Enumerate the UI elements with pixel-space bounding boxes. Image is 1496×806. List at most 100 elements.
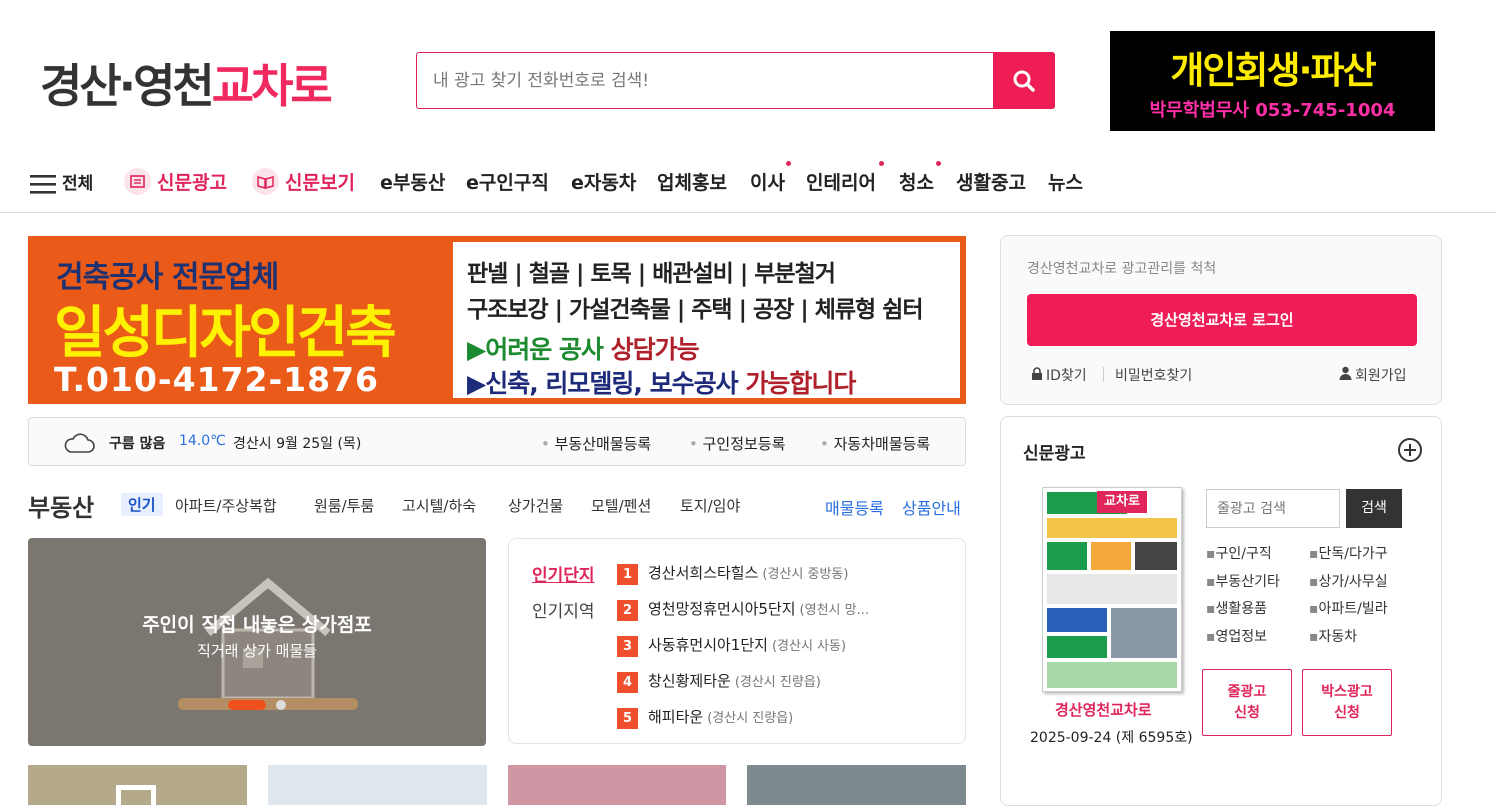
divider (1103, 367, 1104, 382)
category-link[interactable]: ▪단독/다가구 (1309, 543, 1388, 563)
tab-popular[interactable]: 인기 (121, 493, 163, 516)
realestate-section-title: 부동산 (28, 494, 95, 522)
popular-complex-ranking: 인기단지 인기지역 1 경산서희스타힐스 (경산시 중방동) 2 영천망정휴먼시아5단… (508, 538, 966, 744)
product-info-link[interactable]: 상품안내 (902, 495, 961, 519)
search-input[interactable] (433, 67, 993, 95)
register-car-link[interactable]: • 자동차매물등록 (820, 433, 930, 454)
realestate-promo-slide[interactable]: 주인이 직접 내놓은 상가점포 직거래 상가 매물들 (28, 538, 486, 746)
newspaper-name[interactable]: 경산영천교차로 (1055, 699, 1152, 720)
plus-circle-icon[interactable] (1397, 437, 1423, 463)
nav-label: 신문광고 (157, 172, 227, 194)
lock-icon (1032, 367, 1042, 380)
newspaper-cover-thumbnail[interactable]: 교차로 (1042, 487, 1182, 692)
nav-item-moving[interactable]: 이사 (750, 168, 785, 195)
find-password-link[interactable]: 비밀번호찾기 (1115, 365, 1192, 385)
nav-item-cars[interactable]: e자동차 (571, 168, 636, 195)
top-ad-contact: 박무학법무사 053-745-1004 (1149, 100, 1396, 121)
main-nav: 전체 신문광고 신문보기 e부동산 e구인구직 e자동차 업체홍보 이사 인테리… (0, 160, 1496, 213)
weather-bar: 구름 많음 14.0℃ 경산시 9월 25일 (목) • 부동산매물등록 • 구… (28, 417, 966, 466)
tab-popular-region[interactable]: 인기지역 (532, 597, 595, 622)
new-dot (786, 161, 791, 166)
search-box (416, 52, 1055, 109)
classified-search-button[interactable]: 검색 (1346, 489, 1402, 528)
logo-text-region: 경산·영천 (40, 59, 215, 113)
login-button[interactable]: 경산영천교차로 로그인 (1027, 294, 1417, 346)
nav-item-news[interactable]: 뉴스 (1048, 168, 1083, 195)
promo-subtitle: 직거래 상가 매물들 (197, 642, 317, 660)
new-dot (879, 161, 884, 166)
nav-item-jobs[interactable]: e구인구직 (466, 168, 549, 195)
find-id-link[interactable]: ID찾기 (1031, 365, 1087, 385)
banner-services-1: 판넬 | 철골 | 토목 | 배관설비 | 부분철거 (467, 261, 836, 287)
new-dot (936, 161, 941, 166)
listing-register-link[interactable]: 매물등록 (825, 495, 884, 519)
newspaper-icon (124, 168, 151, 195)
tab-oneroom[interactable]: 원룸/투룸 (314, 495, 374, 516)
book-icon (252, 168, 279, 195)
top-ad-banner[interactable]: 개인회생·파산 박무학법무사 053-745-1004 (1110, 31, 1435, 131)
newspaper-panel-title: 신문광고 (1023, 444, 1086, 464)
weather-temp: 14.0℃ (179, 433, 226, 449)
tab-motel[interactable]: 모텔/펜션 (591, 495, 651, 516)
register-job-link[interactable]: • 구인정보등록 (689, 433, 785, 454)
login-panel: 경산영천교차로 광고관리를 척척 경산영천교차로 로그인 ID찾기 비밀번호찾기… (1000, 235, 1442, 405)
search-icon (1013, 70, 1035, 92)
nav-item-newspaper-ad[interactable]: 신문광고 (124, 168, 227, 197)
tab-gosiwon[interactable]: 고시텔/하숙 (402, 495, 476, 516)
classified-ad-apply-button[interactable]: 줄광고 신청 (1202, 669, 1292, 736)
top-ad-title: 개인회생·파산 (1170, 49, 1376, 92)
nav-all-menu[interactable]: 전체 (30, 169, 93, 195)
slide-indicator[interactable] (276, 700, 286, 710)
cover-logo: 교차로 (1097, 491, 1147, 513)
listing-thumbnail[interactable] (268, 765, 487, 805)
nav-item-cleaning[interactable]: 청소 (899, 168, 934, 195)
search-button[interactable] (993, 52, 1055, 109)
listing-thumbnail[interactable] (508, 765, 726, 805)
weather-location-date: 경산시 9월 25일 (목) (233, 436, 362, 452)
nav-item-business[interactable]: 업체홍보 (657, 168, 727, 195)
login-notice: 경산영천교차로 광고관리를 척척 (1027, 261, 1217, 277)
category-link[interactable]: ▪자동차 (1309, 626, 1357, 646)
promo-title: 주인이 직접 내놓은 상가점포 (142, 614, 372, 636)
tab-apartment[interactable]: 아파트/주상복합 (175, 495, 277, 516)
briefcase-icon (116, 785, 156, 805)
box-ad-apply-button[interactable]: 박스광고 신청 (1302, 669, 1392, 736)
listing-thumbnail[interactable] (28, 765, 247, 805)
logo-text-brand: 교차로 (211, 59, 333, 113)
category-link[interactable]: ▪부동산기타 (1206, 571, 1280, 591)
listing-thumbnail[interactable] (747, 765, 966, 805)
nav-item-newspaper-view[interactable]: 신문보기 (252, 168, 355, 197)
category-link[interactable]: ▪생활용품 (1206, 598, 1267, 618)
weather-condition: 구름 많음 (109, 436, 166, 452)
nav-item-realestate[interactable]: e부동산 (380, 168, 445, 195)
category-link[interactable]: ▪영업정보 (1206, 626, 1267, 646)
nav-all-label: 전체 (62, 174, 94, 194)
banner-phone: T.010-4172-1876 (54, 360, 380, 399)
rank-item[interactable]: 3 사동휴먼시아1단지 (경산시 사동) (617, 634, 846, 657)
rank-item[interactable]: 4 창신황제타운 (경산시 진량읍) (617, 670, 821, 693)
hamburger-icon (30, 174, 56, 194)
tab-land[interactable]: 토지/임야 (680, 495, 740, 516)
nav-item-interior[interactable]: 인테리어 (806, 168, 876, 195)
rank-item[interactable]: 5 해피타운 (경산시 진량읍) (617, 706, 793, 729)
newspaper-ad-panel: 신문광고 교차로 경산영천교차로 2025-09-24 (제 6595호) 검색… (1000, 416, 1442, 806)
category-link[interactable]: ▪구인/구직 (1206, 543, 1272, 563)
tab-commercial[interactable]: 상가건물 (508, 495, 563, 516)
construction-ad-banner[interactable]: 건축공사 전문업체 일성디자인건축 T.010-4172-1876 판넬 | 철… (28, 236, 966, 404)
tab-popular-complex[interactable]: 인기단지 (532, 561, 595, 586)
banner-line-4: ▶신축, 리모델링, 보수공사 가능합니다 (467, 369, 856, 398)
rank-item[interactable]: 2 영천망정휴먼시아5단지 (영천시 망... (617, 598, 869, 621)
cloud-icon (64, 433, 95, 453)
rank-item[interactable]: 1 경산서희스타힐스 (경산시 중방동) (617, 562, 848, 585)
classified-search-input[interactable] (1206, 489, 1340, 528)
category-link[interactable]: ▪상가/사무실 (1309, 571, 1388, 591)
nav-label: 신문보기 (285, 172, 355, 194)
slide-indicator-active[interactable] (228, 700, 266, 710)
category-link[interactable]: ▪아파트/빌라 (1309, 598, 1388, 618)
site-logo[interactable]: 경산·영천교차로 (40, 50, 333, 116)
register-realestate-link[interactable]: • 부동산매물등록 (541, 433, 651, 454)
nav-item-used[interactable]: 생활중고 (956, 168, 1026, 195)
signup-link[interactable]: 회원가입 (1339, 365, 1407, 385)
newspaper-issue: 2025-09-24 (제 6595호) (1030, 730, 1193, 746)
banner-line-3: ▶어려운 공사 상담가능 (467, 335, 700, 364)
